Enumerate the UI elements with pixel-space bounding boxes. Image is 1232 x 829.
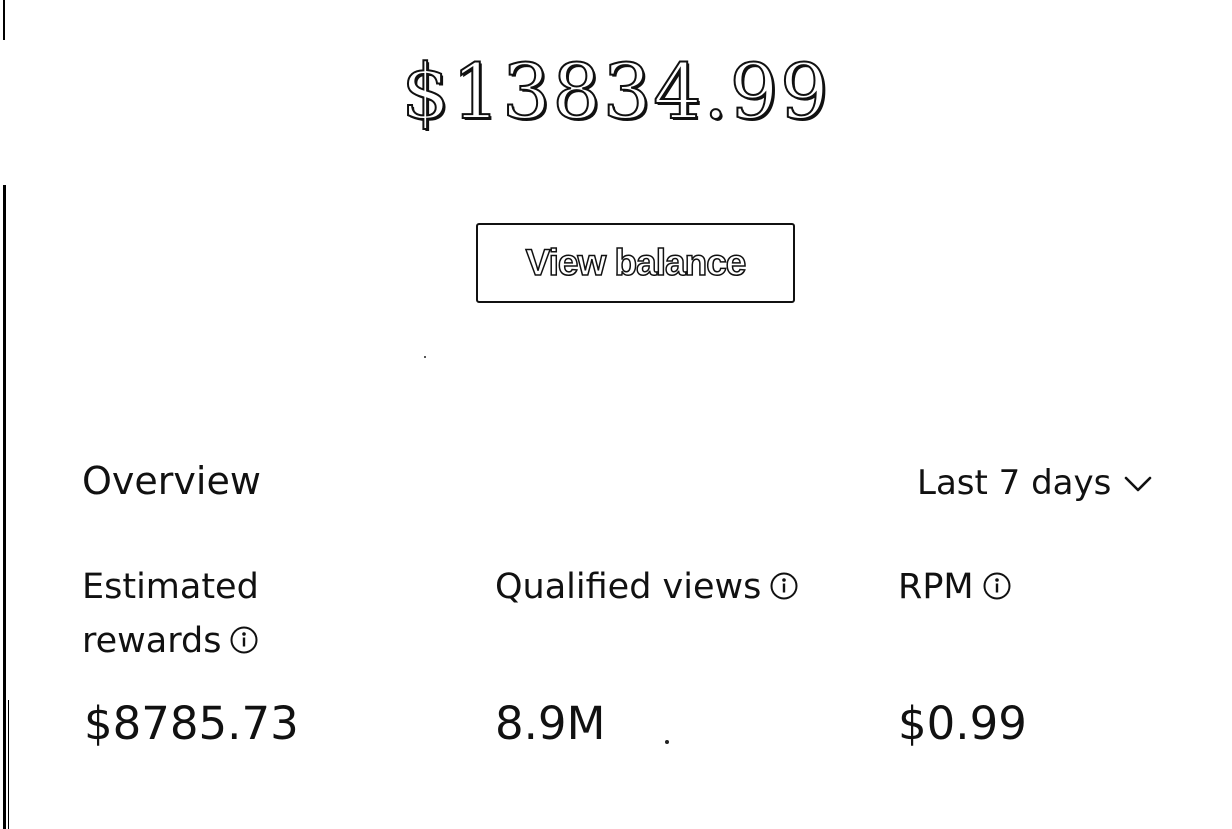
info-icon[interactable]: [982, 571, 1012, 601]
period-dropdown[interactable]: Last 7 days: [917, 458, 1153, 508]
balance-amount: $13834.99: [401, 46, 831, 137]
scan-edge-line: [3, 0, 5, 40]
metric-label-estimated-rewards: Estimated rewards: [82, 560, 412, 668]
info-icon[interactable]: [229, 625, 259, 655]
scan-edge-line: [3, 185, 6, 829]
scan-speck: [424, 356, 426, 358]
scan-edge-line: [8, 700, 9, 829]
metric-value-qualified-views: 8.9M: [495, 697, 606, 750]
metric-value-rpm: $0.99: [898, 697, 1027, 750]
metric-label-text: Estimated: [82, 567, 259, 607]
metric-label-qualified-views: Qualified views: [495, 560, 799, 614]
metric-label-text: rewards: [82, 621, 222, 661]
info-icon[interactable]: [769, 571, 799, 601]
metric-label-text: Qualified views: [495, 567, 762, 607]
view-balance-button[interactable]: View balance: [476, 223, 795, 303]
overview-title: Overview: [82, 459, 261, 503]
metric-label-rpm: RPM: [898, 560, 1012, 614]
metric-label-text: RPM: [898, 567, 974, 607]
chevron-down-icon: [1125, 476, 1152, 492]
metric-value-estimated-rewards: $8785.73: [84, 697, 299, 750]
scan-speck: [665, 740, 669, 744]
period-dropdown-label: Last 7 days: [917, 463, 1112, 503]
